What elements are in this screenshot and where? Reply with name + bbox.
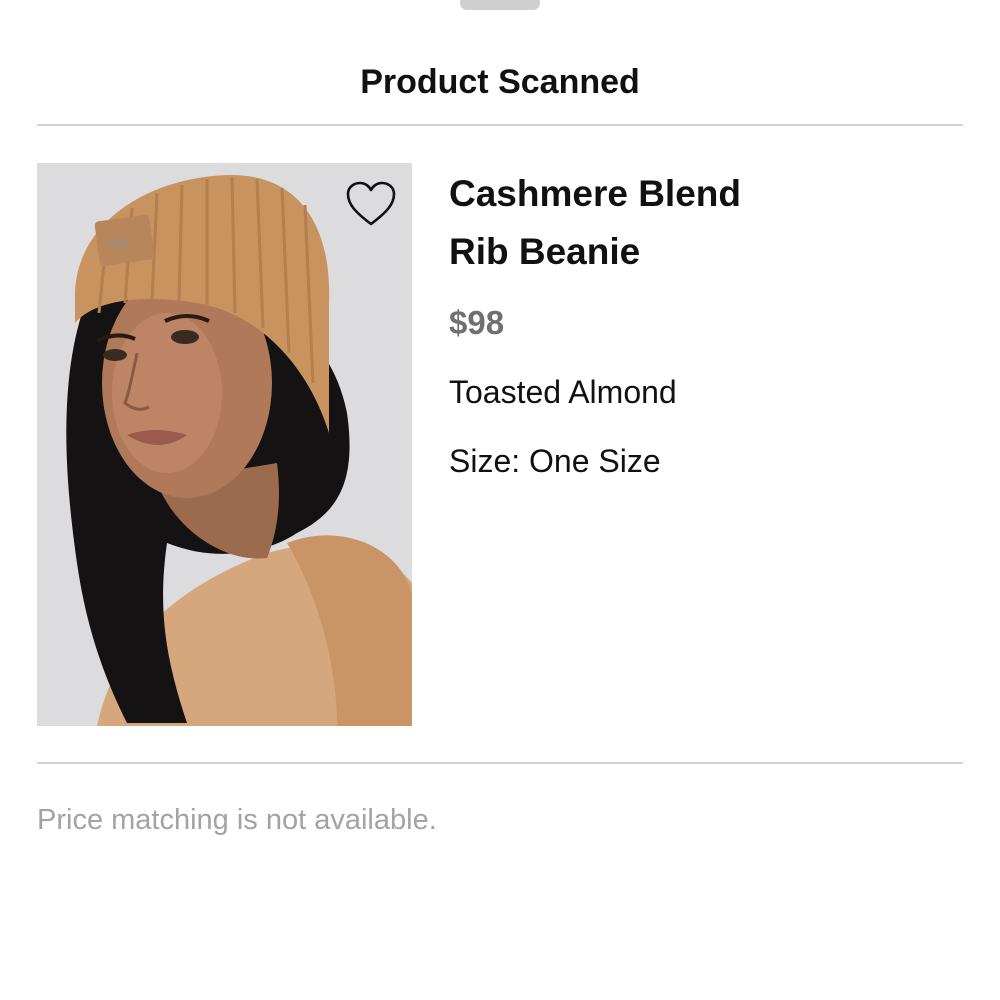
svg-text:alo: alo [108, 234, 129, 252]
product-image[interactable]: alo [37, 163, 412, 726]
product-scanned-sheet: Product Scanned alo Cashmere Blend Rib B… [0, 0, 1000, 1000]
product-size: Size: One Size [449, 439, 969, 483]
bottom-divider [37, 762, 963, 764]
product-size-label: Size: [449, 443, 530, 479]
product-photo-illustration: alo [37, 163, 412, 726]
heart-outline-icon [346, 181, 396, 226]
product-price: $98 [449, 304, 505, 341]
sheet-grabber-handle[interactable] [460, 0, 540, 10]
favorite-button[interactable] [343, 178, 399, 230]
product-name: Cashmere Blend Rib Beanie [449, 173, 741, 272]
product-size-value: One Size [529, 443, 661, 479]
top-divider [37, 124, 963, 126]
product-info: Cashmere Blend Rib Beanie $98 Toasted Al… [449, 165, 969, 483]
product-color: Toasted Almond [449, 374, 677, 410]
sheet-title: Product Scanned [360, 63, 640, 101]
price-matching-notice: Price matching is not available. [37, 804, 437, 836]
